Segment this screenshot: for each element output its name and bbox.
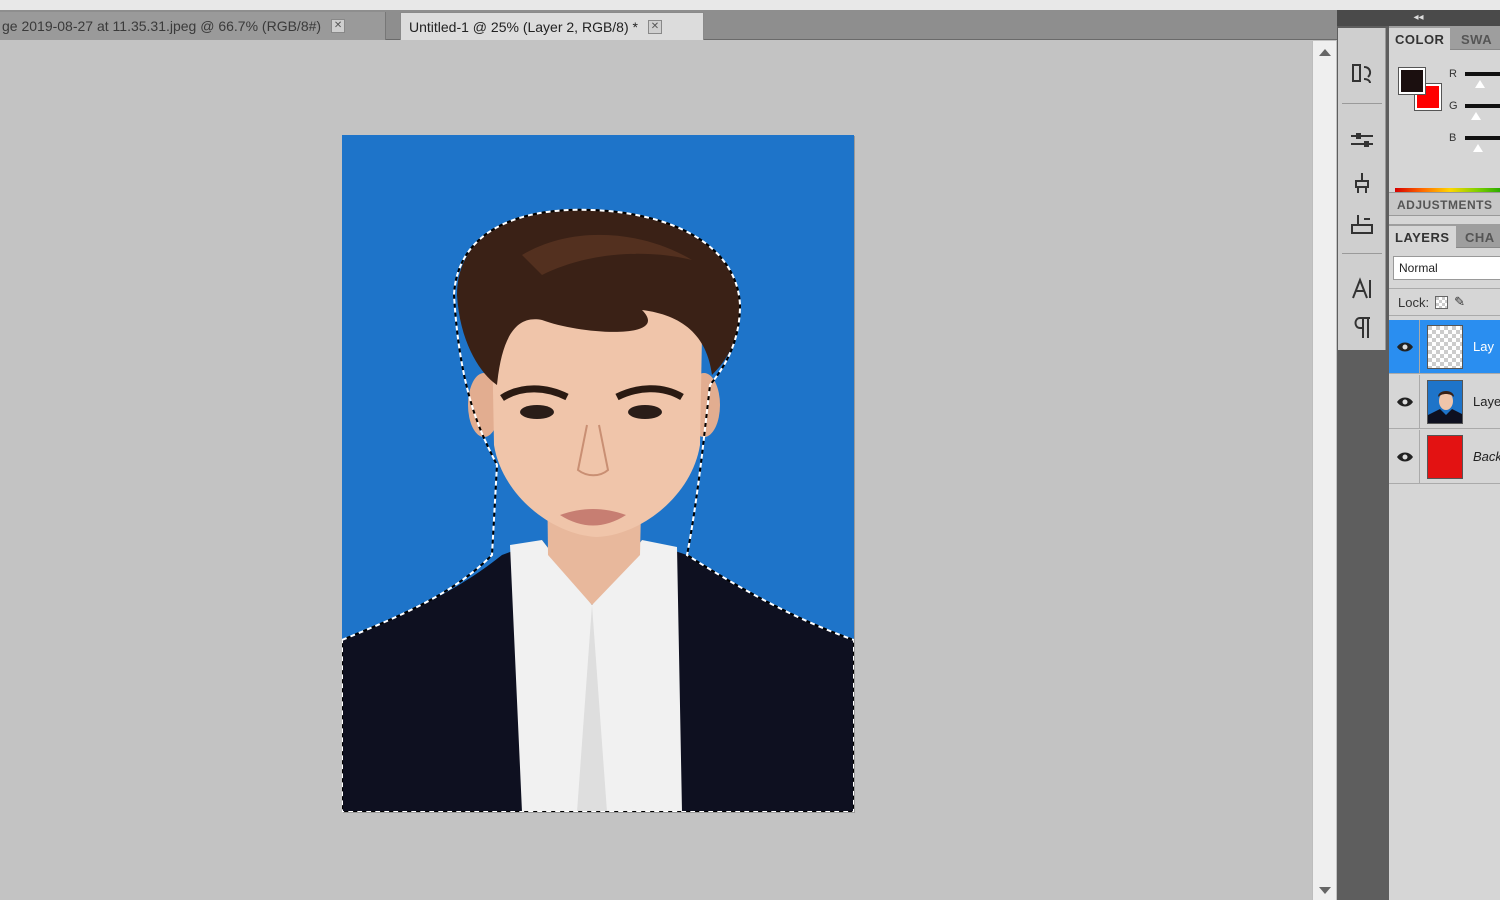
tab-label: ge 2019-08-27 at 11.35.31.jpeg @ 66.7% (… bbox=[2, 18, 322, 34]
brush-presets-icon[interactable] bbox=[1347, 210, 1377, 240]
close-icon[interactable]: ✕ bbox=[331, 19, 346, 33]
lock-brush-icon[interactable]: ✎ bbox=[1454, 294, 1465, 310]
adjust-sliders-icon[interactable] bbox=[1347, 126, 1377, 156]
layer-row[interactable]: Back bbox=[1389, 430, 1500, 484]
tab-image-jpeg[interactable]: ge 2019-08-27 at 11.35.31.jpeg @ 66.7% (… bbox=[0, 12, 386, 40]
separator bbox=[1342, 253, 1382, 254]
layers-panel-tabs: LAYERS CHA bbox=[1389, 224, 1500, 248]
layer-name[interactable]: Back bbox=[1473, 449, 1500, 464]
document-canvas[interactable] bbox=[342, 135, 854, 812]
layer-row[interactable]: Laye bbox=[1389, 375, 1500, 429]
separator bbox=[1419, 430, 1420, 484]
scroll-up-icon[interactable] bbox=[1319, 49, 1331, 56]
vertical-scrollbar[interactable] bbox=[1312, 41, 1336, 900]
layer-thumbnail bbox=[1427, 379, 1463, 424]
channel-b-label: B bbox=[1449, 132, 1457, 144]
blend-mode-select[interactable]: Normal bbox=[1393, 256, 1500, 280]
tab-untitled-1[interactable]: Untitled-1 @ 25% (Layer 2, RGB/8) * ✕ bbox=[400, 12, 704, 40]
separator bbox=[1342, 103, 1382, 104]
scroll-down-icon[interactable] bbox=[1319, 887, 1331, 894]
history-icon[interactable] bbox=[1347, 58, 1377, 88]
visibility-eye-icon[interactable] bbox=[1393, 390, 1417, 414]
lock-row: Lock: ✎ bbox=[1389, 288, 1500, 316]
menu-strip bbox=[0, 0, 1500, 10]
layer-thumbnail bbox=[1427, 324, 1463, 369]
tab-swatches[interactable]: SWA bbox=[1455, 28, 1498, 50]
g-slider-knob[interactable] bbox=[1471, 112, 1481, 120]
tab-channels[interactable]: CHA bbox=[1459, 226, 1500, 248]
document-tab-bar: ge 2019-08-27 at 11.35.31.jpeg @ 66.7% (… bbox=[0, 10, 1338, 40]
clone-source-icon[interactable] bbox=[1347, 168, 1377, 198]
layer-thumbnail bbox=[1427, 434, 1463, 479]
visibility-eye-icon[interactable] bbox=[1393, 335, 1417, 359]
r-slider-knob[interactable] bbox=[1475, 80, 1485, 88]
adjustments-panel-header[interactable]: ADJUSTMENTS bbox=[1389, 192, 1500, 216]
panel-icon-column bbox=[1338, 28, 1386, 350]
foreground-color-swatch[interactable] bbox=[1398, 67, 1426, 95]
channel-g-label: G bbox=[1449, 100, 1458, 112]
character-icon[interactable] bbox=[1347, 274, 1377, 304]
color-panel-tabs: COLOR SWA bbox=[1389, 26, 1500, 50]
layer-name[interactable]: Laye bbox=[1473, 394, 1500, 409]
r-slider-track[interactable] bbox=[1465, 72, 1500, 76]
face-shape bbox=[492, 305, 702, 537]
b-slider-knob[interactable] bbox=[1473, 144, 1483, 152]
photoshop-window: ge 2019-08-27 at 11.35.31.jpeg @ 66.7% (… bbox=[0, 0, 1500, 900]
paragraph-icon[interactable] bbox=[1347, 313, 1377, 343]
g-slider-track[interactable] bbox=[1465, 104, 1500, 108]
lock-transparency-icon[interactable] bbox=[1435, 295, 1449, 309]
tab-label: Untitled-1 @ 25% (Layer 2, RGB/8) * bbox=[409, 18, 638, 35]
close-icon[interactable]: ✕ bbox=[647, 19, 662, 34]
separator bbox=[1419, 375, 1420, 429]
eye-right bbox=[628, 405, 662, 419]
eye-left bbox=[520, 405, 554, 419]
visibility-eye-icon[interactable] bbox=[1393, 445, 1417, 469]
layer-name[interactable]: Lay bbox=[1473, 339, 1494, 354]
tab-color[interactable]: COLOR bbox=[1389, 28, 1451, 50]
dock-top-bar: ◂◂ bbox=[1337, 10, 1500, 26]
panels-column: COLOR SWA R G B ADJUSTMENTS LAYERS CHA N… bbox=[1389, 26, 1500, 900]
separator bbox=[1419, 320, 1420, 374]
tab-layers[interactable]: LAYERS bbox=[1389, 226, 1456, 248]
lock-label: Lock: bbox=[1398, 294, 1430, 310]
channel-r-label: R bbox=[1449, 68, 1457, 80]
layers-panel: Normal Lock: ✎ Lay Laye Back bbox=[1389, 248, 1500, 900]
b-slider-track[interactable] bbox=[1465, 136, 1500, 140]
portrait-photo bbox=[342, 208, 854, 812]
panel-dock: ◂◂ bbox=[1337, 10, 1500, 900]
layer-row[interactable]: Lay bbox=[1389, 320, 1500, 374]
